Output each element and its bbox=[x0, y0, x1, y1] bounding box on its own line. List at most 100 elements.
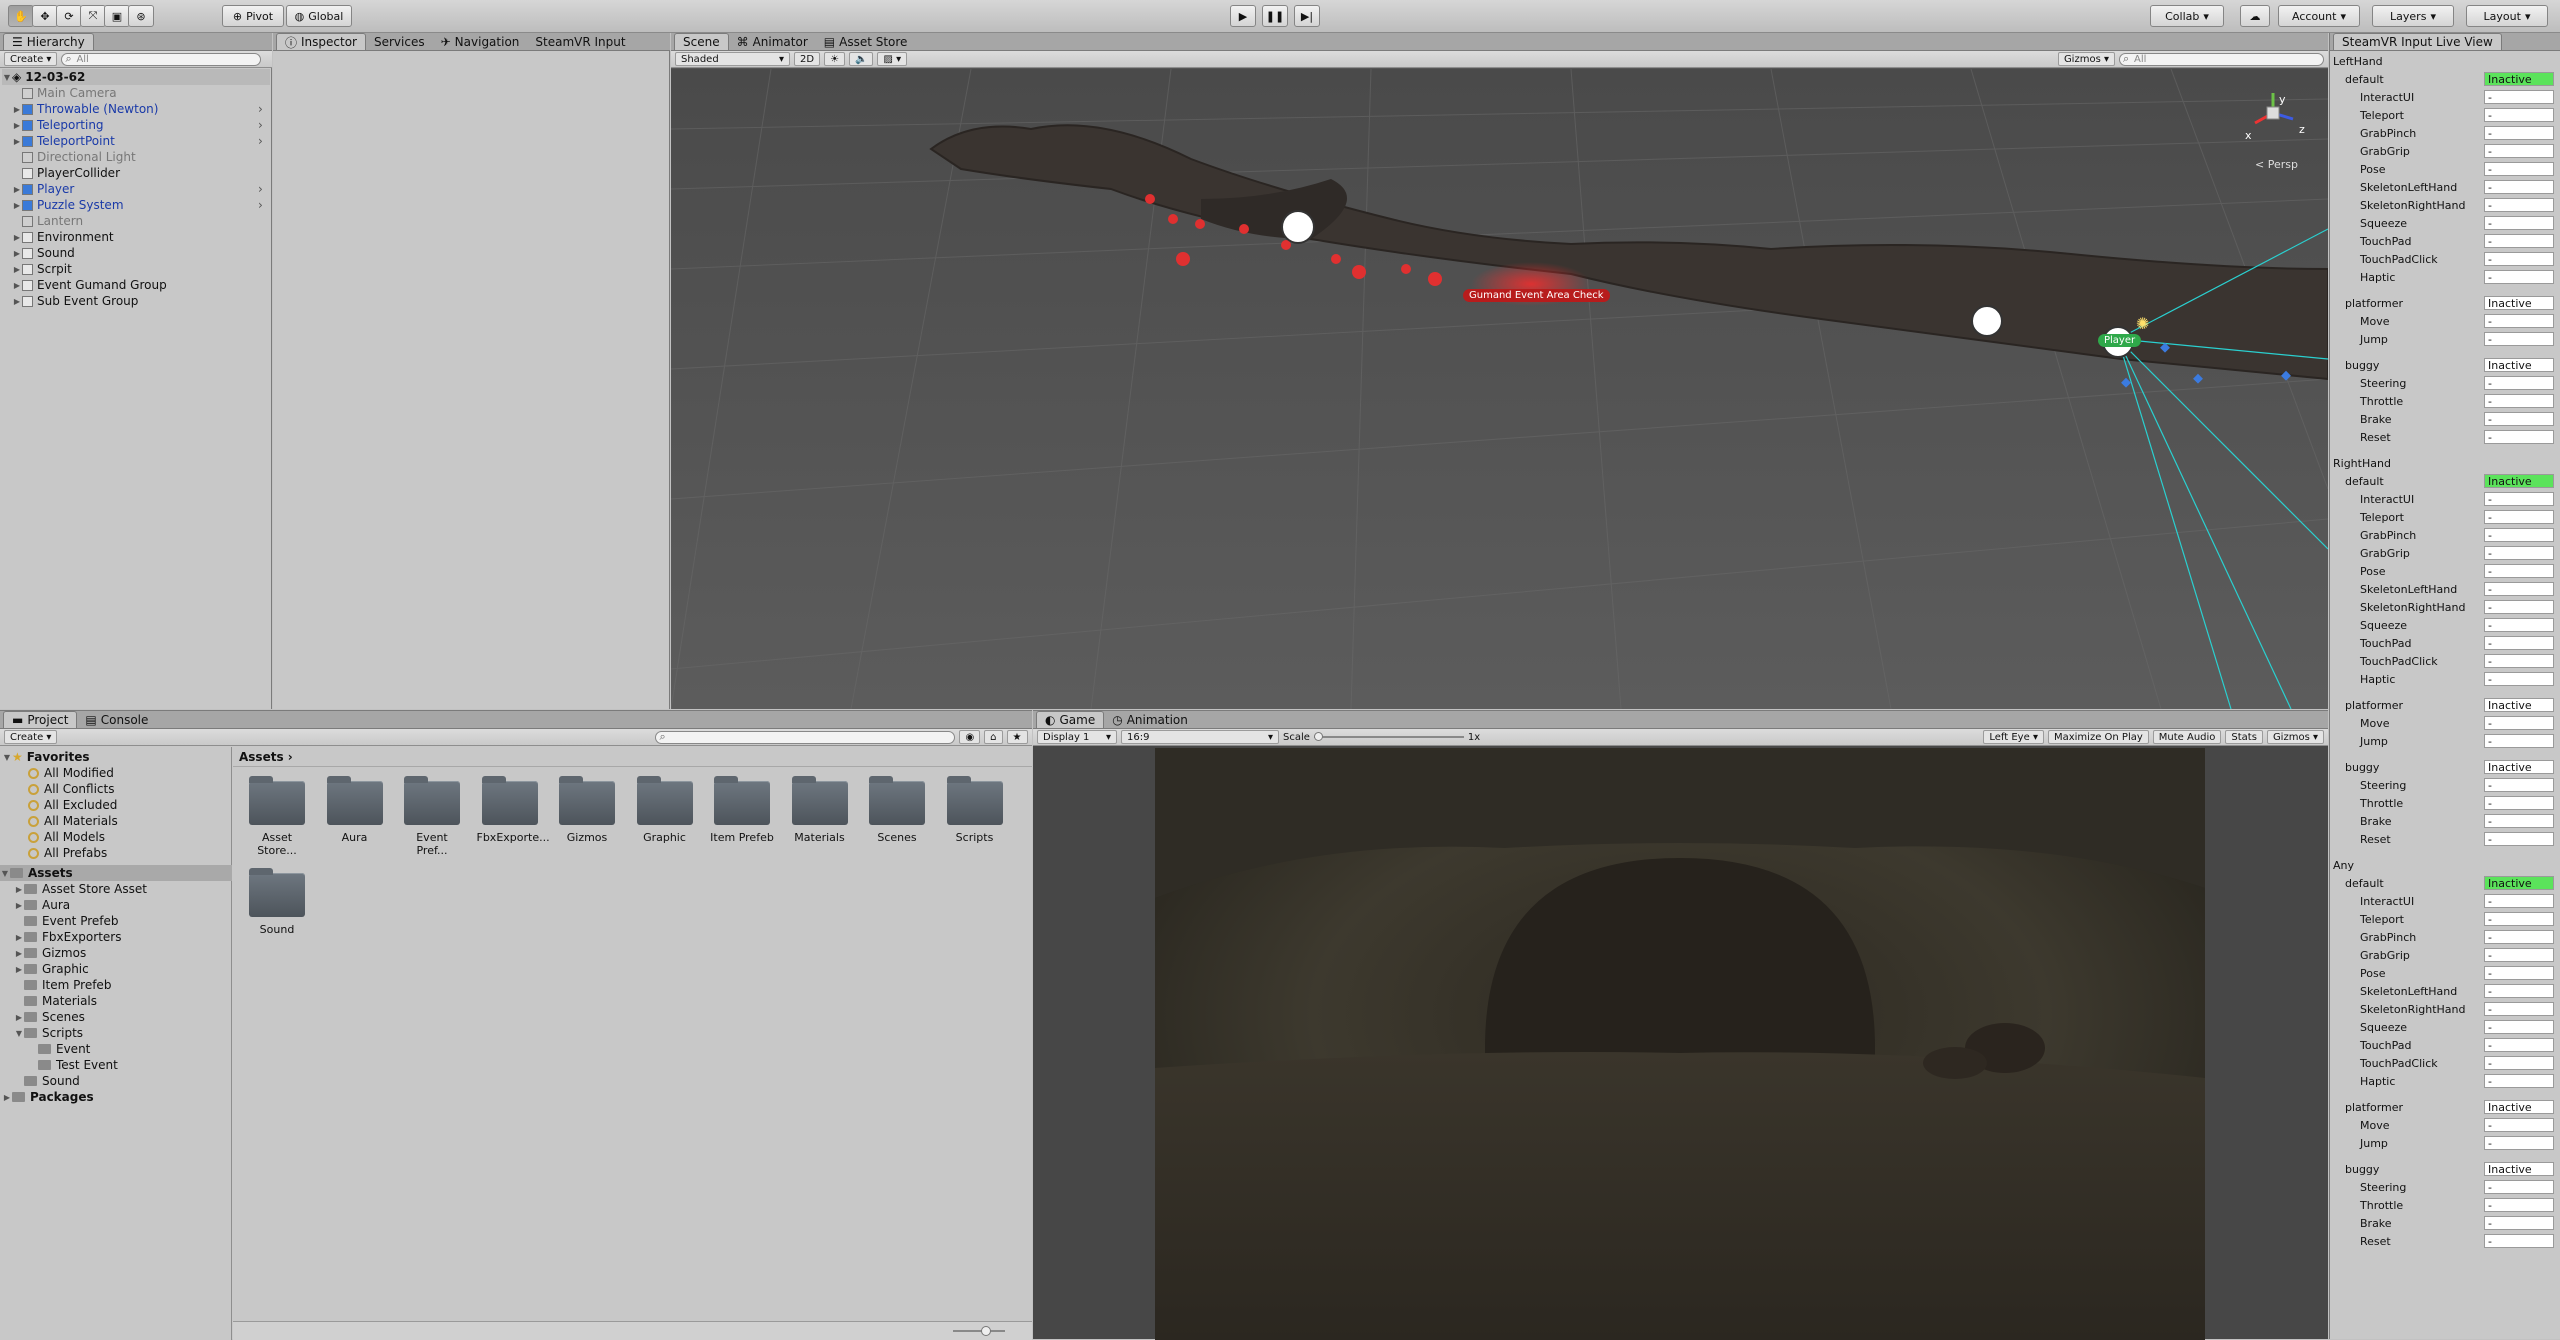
expand-icon[interactable]: ▶ bbox=[12, 249, 22, 258]
chevron-right-icon[interactable]: › bbox=[258, 118, 263, 132]
favorite-item[interactable]: All Models bbox=[28, 829, 105, 845]
layout-dropdown[interactable]: Layout ▾ bbox=[2466, 5, 2548, 27]
hierarchy-item[interactable]: ▶ Sub Event Group bbox=[12, 293, 270, 309]
asset-folder-item[interactable]: ▶ Asset Store Asset bbox=[14, 881, 147, 897]
tab-asset-store[interactable]: ▤ Asset Store bbox=[816, 33, 916, 50]
tab-navigation[interactable]: ✈ Navigation bbox=[433, 33, 528, 50]
hierarchy-item[interactable]: ▶ Player › bbox=[12, 181, 270, 197]
pivot-toggle[interactable]: ⊕ Pivot bbox=[222, 5, 284, 27]
hierarchy-item[interactable]: PlayerCollider bbox=[12, 165, 270, 181]
scene-search-input[interactable]: All bbox=[2119, 52, 2324, 66]
tab-project[interactable]: ▬ Project bbox=[3, 711, 78, 728]
chevron-right-icon[interactable]: › bbox=[258, 198, 263, 212]
game-gizmos-dropdown[interactable]: Gizmos ▾ bbox=[2266, 730, 2324, 744]
favorite-item[interactable]: All Materials bbox=[28, 813, 118, 829]
project-search-input[interactable] bbox=[655, 730, 956, 744]
rotate-tool-button[interactable]: ⟳ bbox=[56, 5, 82, 27]
asset-folder-tile[interactable]: Scenes bbox=[864, 776, 930, 844]
filter-label-button[interactable]: ⌂ bbox=[984, 730, 1003, 744]
asset-folder-item[interactable]: Materials bbox=[14, 993, 97, 1009]
scene-root[interactable]: ▼ ◈ 12-03-62 bbox=[2, 69, 270, 85]
scale-slider[interactable] bbox=[1313, 732, 1464, 741]
tab-scene[interactable]: Scene bbox=[674, 33, 729, 50]
tab-animator[interactable]: ⌘ Animator bbox=[729, 33, 816, 50]
audio-toggle[interactable]: 🔈 bbox=[849, 52, 874, 66]
asset-folder-tile[interactable]: Sound bbox=[244, 868, 310, 936]
expand-icon[interactable]: ▶ bbox=[12, 265, 22, 274]
maximize-on-play-toggle[interactable]: Maximize On Play bbox=[2047, 730, 2149, 744]
expand-icon[interactable]: ▶ bbox=[14, 885, 24, 894]
2d-toggle[interactable]: 2D bbox=[794, 52, 821, 66]
expand-icon[interactable]: ▼ bbox=[2, 753, 12, 762]
collab-dropdown[interactable]: Collab ▾ bbox=[2150, 5, 2224, 27]
lighting-toggle[interactable]: ☀ bbox=[824, 52, 846, 66]
play-button[interactable]: ▶ bbox=[1230, 5, 1256, 27]
breadcrumb-assets[interactable]: Assets bbox=[239, 750, 284, 764]
expand-icon[interactable]: ▶ bbox=[12, 201, 22, 210]
favorite-item[interactable]: All Prefabs bbox=[28, 845, 107, 861]
expand-icon[interactable]: ▶ bbox=[12, 137, 22, 146]
create-button[interactable]: Create ▾ bbox=[4, 52, 58, 66]
favorites-header[interactable]: ▼ ★ Favorites bbox=[2, 749, 90, 765]
asset-folder-item[interactable]: Test Event bbox=[28, 1057, 118, 1073]
shading-dropdown[interactable]: Shaded ▾ bbox=[675, 52, 790, 66]
asset-folder-item[interactable]: ▶ FbxExporters bbox=[14, 929, 122, 945]
hierarchy-search-input[interactable]: All bbox=[61, 52, 262, 66]
account-dropdown[interactable]: Account ▾ bbox=[2278, 5, 2360, 27]
chevron-right-icon[interactable]: › bbox=[258, 182, 263, 196]
asset-folder-item[interactable]: Item Prefeb bbox=[14, 977, 111, 993]
effects-dropdown[interactable]: ▨ ▾ bbox=[877, 52, 908, 66]
expand-icon[interactable]: ▶ bbox=[14, 933, 24, 942]
favorite-item[interactable]: All Conflicts bbox=[28, 781, 114, 797]
asset-folder-tile[interactable]: Graphic bbox=[632, 776, 698, 844]
scale-slider-thumb[interactable] bbox=[1313, 732, 1323, 741]
expand-icon[interactable]: ▼ bbox=[2, 73, 12, 82]
hierarchy-item[interactable]: Lantern bbox=[12, 213, 270, 229]
hierarchy-item[interactable]: ▶ Environment bbox=[12, 229, 270, 245]
asset-folder-tile[interactable]: Asset Store... bbox=[244, 776, 310, 857]
tab-steamvr-live-view[interactable]: SteamVR Input Live View bbox=[2333, 33, 2502, 50]
hand-tool-button[interactable]: ✋ bbox=[8, 5, 34, 27]
asset-folder-item[interactable]: Sound bbox=[14, 1073, 80, 1089]
asset-folder-item[interactable]: Event bbox=[28, 1041, 90, 1057]
asset-folder-item[interactable]: Event Prefeb bbox=[14, 913, 119, 929]
hierarchy-item[interactable]: ▶ Teleporting › bbox=[12, 117, 270, 133]
aspect-dropdown[interactable]: 16:9 ▾ bbox=[1121, 730, 1279, 744]
tab-animation[interactable]: ◷ Animation bbox=[1104, 711, 1196, 728]
assets-root[interactable]: ▼ Assets bbox=[0, 865, 232, 881]
expand-icon[interactable]: ▶ bbox=[12, 185, 22, 194]
asset-folder-item[interactable]: ▶ Packages bbox=[2, 1089, 94, 1105]
gizmos-dropdown[interactable]: Gizmos ▾ bbox=[2057, 52, 2115, 66]
asset-folder-tile[interactable]: Materials bbox=[787, 776, 853, 844]
tab-services[interactable]: Services bbox=[366, 33, 433, 50]
global-toggle[interactable]: ◍ Global bbox=[286, 5, 352, 27]
scene-viewport[interactable]: ✺ bbox=[671, 69, 2328, 709]
hierarchy-item[interactable]: Main Camera bbox=[12, 85, 270, 101]
expand-icon[interactable]: ▶ bbox=[14, 1013, 24, 1022]
rect-tool-button[interactable]: ▣ bbox=[104, 5, 130, 27]
expand-icon[interactable]: ▶ bbox=[14, 965, 24, 974]
hierarchy-item[interactable]: ▶ Scrpit bbox=[12, 261, 270, 277]
asset-folder-item[interactable]: ▶ Gizmos bbox=[14, 945, 86, 961]
transform-tool-button[interactable]: ⊛ bbox=[128, 5, 154, 27]
expand-icon[interactable]: ▶ bbox=[12, 105, 22, 114]
expand-icon[interactable]: ▶ bbox=[12, 281, 22, 290]
expand-icon[interactable]: ▼ bbox=[0, 869, 10, 878]
asset-folder-item[interactable]: ▶ Scenes bbox=[14, 1009, 85, 1025]
persp-label[interactable]: < Persp bbox=[2255, 158, 2298, 171]
asset-folder-tile[interactable]: Event Pref... bbox=[399, 776, 465, 857]
expand-icon[interactable]: ▼ bbox=[14, 1029, 24, 1038]
asset-folder-item[interactable]: ▶ Graphic bbox=[14, 961, 89, 977]
stats-toggle[interactable]: Stats bbox=[2225, 730, 2263, 744]
favorite-item[interactable]: All Modified bbox=[28, 765, 114, 781]
expand-icon[interactable]: ▶ bbox=[14, 949, 24, 958]
hierarchy-item[interactable]: ▶ Puzzle System › bbox=[12, 197, 270, 213]
chevron-right-icon[interactable]: › bbox=[258, 134, 263, 148]
tab-inspector[interactable]: ⓘ Inspector bbox=[276, 33, 366, 50]
layers-dropdown[interactable]: Layers ▾ bbox=[2372, 5, 2454, 27]
favorite-button[interactable]: ★ bbox=[1006, 730, 1028, 744]
hierarchy-item[interactable]: ▶ TeleportPoint › bbox=[12, 133, 270, 149]
tab-game[interactable]: ◐ Game bbox=[1036, 711, 1105, 728]
mute-audio-toggle[interactable]: Mute Audio bbox=[2152, 730, 2222, 744]
cloud-button[interactable]: ☁ bbox=[2240, 5, 2270, 27]
